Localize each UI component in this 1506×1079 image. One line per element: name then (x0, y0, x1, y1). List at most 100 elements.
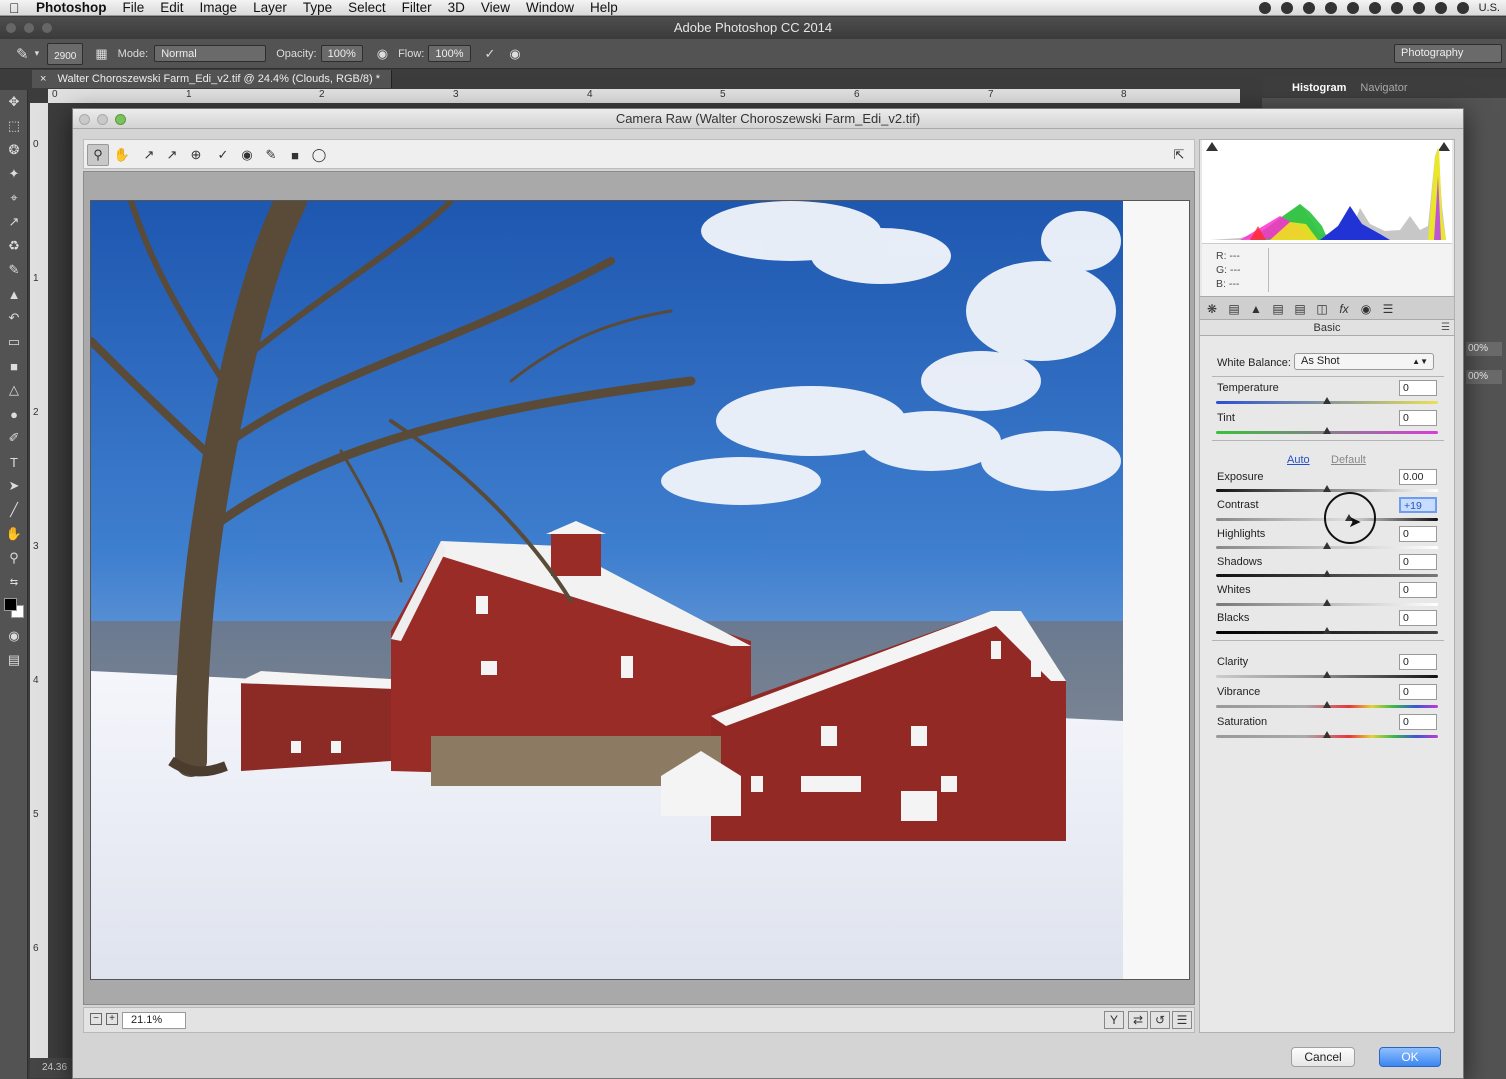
quick-mask-icon[interactable]: ◉ (0, 624, 28, 648)
cancel-button[interactable]: Cancel (1291, 1047, 1355, 1067)
quick-select-tool-icon[interactable]: ✦ (0, 162, 28, 186)
camera-calibration-tab-icon[interactable]: ◉ (1357, 300, 1375, 318)
presets-tab-icon[interactable]: ☰ (1379, 300, 1397, 318)
graduated-filter-icon[interactable]: ■ (284, 144, 306, 166)
mode-select[interactable]: Normal (154, 45, 267, 62)
zoom-window-button[interactable] (42, 23, 52, 33)
home-icon[interactable] (1346, 2, 1359, 14)
temperature-slider-thumb[interactable] (1323, 397, 1331, 404)
menu-help[interactable]: Help (590, 0, 618, 15)
swap-settings-icon[interactable]: ↺ (1150, 1011, 1170, 1029)
panel-menu-icon[interactable]: ☰ (1441, 320, 1450, 336)
eraser-tool-icon[interactable]: ▭ (0, 330, 28, 354)
tab-navigator[interactable]: Navigator (1360, 82, 1407, 94)
zoom-out-button[interactable]: − (90, 1013, 102, 1025)
shield-icon[interactable] (1390, 2, 1403, 14)
tint-input[interactable]: 0 (1399, 410, 1437, 426)
document-tab[interactable]: × Walter Choroszewski Farm_Edi_v2.tif @ … (32, 70, 392, 88)
swap-colors-icon[interactable]: ⇆ (0, 570, 28, 594)
apple-icon[interactable]:  (9, 0, 27, 16)
cloud-icon[interactable] (1302, 2, 1315, 14)
pen-tool-icon[interactable]: ✐ (0, 426, 28, 450)
blur-tool-icon[interactable]: △ (0, 378, 28, 402)
time-machine-icon[interactable] (1412, 2, 1425, 14)
pressure-opacity-icon[interactable]: ◉ (377, 46, 388, 62)
stamp-tool-icon[interactable]: ▲ (0, 282, 28, 306)
menu-3d[interactable]: 3D (448, 0, 465, 15)
shadows-slider-thumb[interactable] (1323, 570, 1331, 577)
menu-filter[interactable]: Filter (402, 0, 432, 15)
ok-button[interactable]: OK (1379, 1047, 1441, 1067)
brush-panel-icon[interactable]: ▦ (95, 46, 107, 62)
eyedropper-tool-icon[interactable]: ↗ (0, 210, 28, 234)
panel-percent-field[interactable]: 00% (1466, 370, 1502, 384)
contrast-input[interactable]: +19 (1399, 497, 1437, 513)
airbrush-icon[interactable]: ✓ (485, 46, 496, 62)
brush-tool-icon[interactable]: ✎ (0, 258, 28, 282)
clarity-slider-thumb[interactable] (1323, 671, 1331, 678)
evernote-icon[interactable] (1368, 2, 1381, 14)
color-swatches[interactable] (0, 594, 28, 624)
exposure-slider-thumb[interactable] (1323, 485, 1331, 492)
highlights-input[interactable]: 0 (1399, 526, 1437, 542)
vibrance-slider-thumb[interactable] (1323, 701, 1331, 708)
red-eye-tool-icon[interactable]: ◉ (236, 144, 258, 166)
brush-tool-icon[interactable]: ✎ (16, 45, 29, 63)
close-window-button[interactable] (6, 23, 16, 33)
menu-layer[interactable]: Layer (253, 0, 287, 15)
bluetooth-icon[interactable] (1434, 2, 1447, 14)
farm-photo[interactable] (90, 200, 1190, 980)
targeted-adjustment-tool-icon[interactable]: ⊕ (185, 144, 207, 166)
pause-icon[interactable] (1280, 2, 1293, 14)
vibrance-input[interactable]: 0 (1399, 684, 1437, 700)
tone-curve-tab-icon[interactable]: ▤ (1225, 300, 1243, 318)
zoom-in-button[interactable]: + (106, 1013, 118, 1025)
color-sampler-tool-icon[interactable]: ↗ (161, 144, 183, 166)
menu-select[interactable]: Select (348, 0, 386, 15)
pressure-size-icon[interactable]: ◉ (509, 46, 520, 62)
before-after-icon[interactable]: ⇄ (1128, 1011, 1148, 1029)
detail-tab-icon[interactable]: ▲ (1247, 300, 1265, 318)
minimize-window-button[interactable] (24, 23, 34, 33)
radial-filter-icon[interactable]: ◯ (308, 144, 330, 166)
auto-link[interactable]: Auto (1287, 454, 1310, 466)
brush-size-preset[interactable]: 2900 (47, 42, 84, 65)
white-balance-select[interactable]: As Shot ▲▼ (1294, 353, 1434, 370)
minimize-dialog-button[interactable] (97, 114, 108, 125)
workspace-select[interactable]: Photography (1394, 44, 1502, 63)
spot-removal-tool-icon[interactable]: ✓ (212, 144, 234, 166)
preview-preferences-icon[interactable]: ☰ (1172, 1011, 1192, 1029)
effects-tab-icon[interactable]: fx (1335, 300, 1353, 318)
temperature-input[interactable]: 0 (1399, 380, 1437, 396)
flow-input[interactable]: 100% (428, 45, 471, 62)
foreground-color-swatch[interactable] (4, 598, 17, 611)
opacity-input[interactable]: 100% (320, 45, 363, 62)
basic-tab-icon[interactable]: ❋ (1203, 300, 1221, 318)
zoom-tool-icon[interactable]: ⚲ (87, 144, 109, 166)
lens-corrections-tab-icon[interactable]: ◫ (1313, 300, 1331, 318)
default-link[interactable]: Default (1331, 454, 1366, 466)
image-preview-area[interactable] (83, 171, 1195, 1005)
record-icon[interactable] (1258, 2, 1271, 14)
crop-tool-icon[interactable]: ⌖ (0, 186, 28, 210)
exposure-input[interactable]: 0.00 (1399, 469, 1437, 485)
menu-app[interactable]: Photoshop (36, 0, 107, 15)
blacks-slider-thumb[interactable] (1323, 627, 1331, 634)
path-select-tool-icon[interactable]: ➤ (0, 474, 28, 498)
tint-slider-thumb[interactable] (1323, 427, 1331, 434)
menu-image[interactable]: Image (200, 0, 238, 15)
history-brush-icon[interactable]: ↶ (0, 306, 28, 330)
gradient-tool-icon[interactable]: ■ (0, 354, 28, 378)
menu-file[interactable]: File (123, 0, 145, 15)
dropbox-icon[interactable] (1324, 2, 1337, 14)
tab-histogram[interactable]: Histogram (1292, 82, 1346, 94)
whites-input[interactable]: 0 (1399, 582, 1437, 598)
move-tool-icon[interactable]: ✥ (0, 90, 28, 114)
chevron-down-icon[interactable]: ▾ (35, 48, 40, 59)
locale-indicator[interactable]: U.S. (1479, 2, 1500, 14)
menu-edit[interactable]: Edit (160, 0, 183, 15)
whites-slider-thumb[interactable] (1323, 599, 1331, 606)
menu-type[interactable]: Type (303, 0, 332, 15)
close-dialog-button[interactable] (79, 114, 90, 125)
line-tool-icon[interactable]: ╱ (0, 498, 28, 522)
